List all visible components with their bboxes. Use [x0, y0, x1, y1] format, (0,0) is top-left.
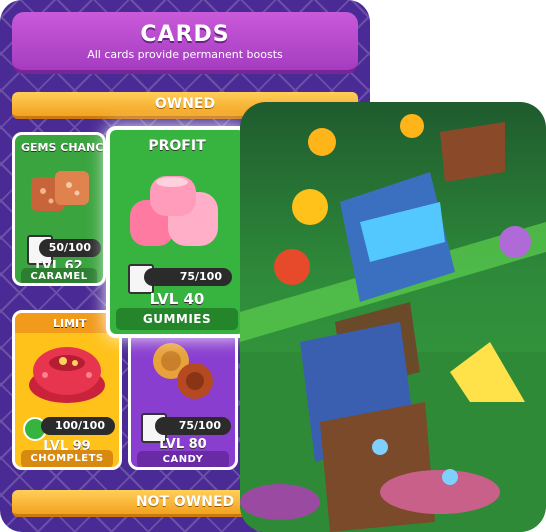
card-name: CANDY — [137, 451, 229, 467]
card-chomplets[interactable]: LIMIT 100/100 LVL 99 CHOMPLETS — [12, 310, 122, 470]
game-scene — [240, 102, 546, 532]
caramel-icon — [31, 171, 89, 211]
chomplets-icon — [29, 347, 105, 403]
progress-text: 50/100 — [48, 241, 91, 254]
card-progress: 75/100 — [144, 268, 232, 286]
header-title: CARDS — [140, 22, 230, 47]
card-name: CHOMPLETS — [21, 450, 113, 467]
progress-text: 75/100 — [178, 419, 221, 432]
card-candy[interactable]: 75/100 LVL 80 CANDY — [128, 330, 238, 470]
scene-illustration — [240, 114, 546, 532]
card-label: LIMIT — [53, 317, 87, 330]
candy-icon — [153, 343, 213, 399]
progress-text: 100/100 — [55, 419, 105, 432]
card-gummies[interactable]: PROFIT 75/100 LVL 40 GUMMIES — [106, 126, 248, 338]
card-level: LVL 40 — [149, 290, 205, 308]
card-progress: 100/100 — [41, 417, 115, 435]
header-subtitle: All cards provide permanent boosts — [87, 48, 283, 61]
card-name: GUMMIES — [116, 308, 238, 330]
gummies-icon — [130, 176, 218, 246]
card-caramel[interactable]: GEMS CHANCE 50/100 LVL 62 CARAMEL — [12, 132, 106, 286]
card-name: CARAMEL — [21, 268, 97, 283]
cards-header: CARDS All cards provide permanent boosts — [12, 12, 358, 74]
card-progress: 50/100 — [39, 239, 101, 257]
card-level: LVL 80 — [159, 437, 207, 452]
card-progress: 75/100 — [155, 417, 231, 435]
card-label: GEMS CHANCE — [21, 141, 106, 154]
progress-text: 75/100 — [179, 270, 222, 283]
card-label: PROFIT — [148, 138, 206, 154]
